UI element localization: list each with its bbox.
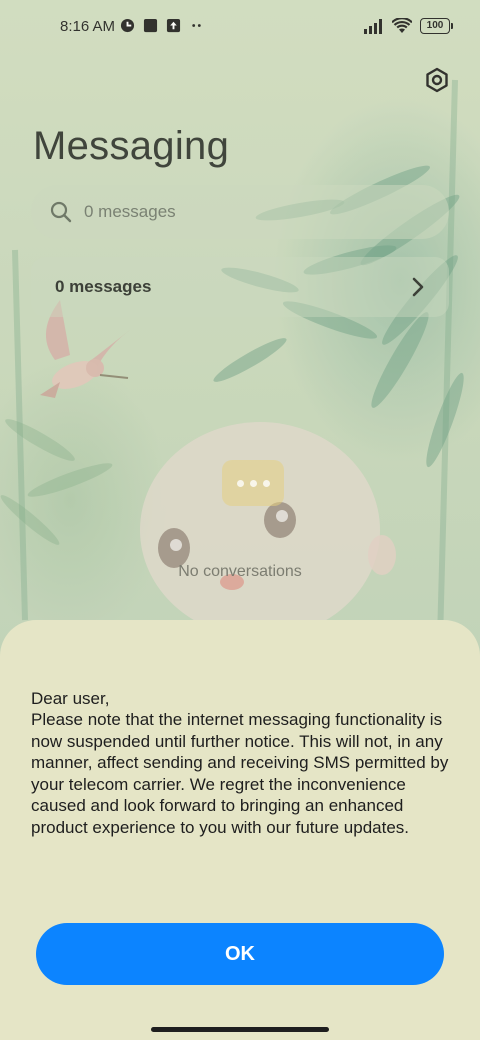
notice-dialog: Dear user, Please note that the internet… [0, 620, 480, 1040]
home-indicator[interactable] [151, 1027, 329, 1032]
dialog-message: Please note that the internet messaging … [31, 710, 449, 837]
ok-button[interactable]: OK [36, 923, 444, 985]
dialog-greeting: Dear user, [31, 689, 110, 708]
